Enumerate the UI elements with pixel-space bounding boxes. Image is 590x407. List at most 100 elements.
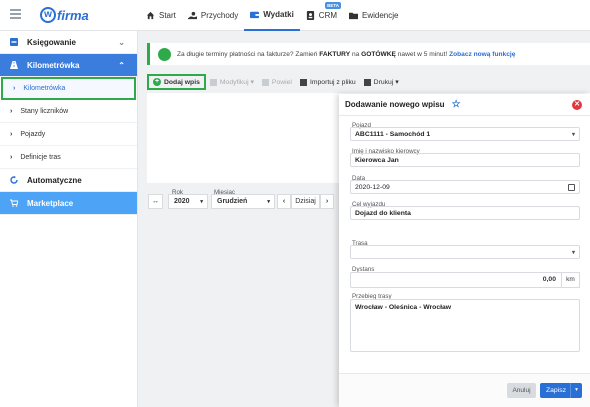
sidebar-section-label: Kilometrówka — [27, 60, 80, 70]
caret-down-icon: ▾ — [571, 132, 575, 138]
path-value: Wrocław - Oleśnica - Wrocław — [355, 304, 452, 311]
sidebar-section-label: Marketplace — [27, 198, 74, 208]
hand-coin-icon — [187, 11, 197, 20]
logo-mark: w — [40, 7, 56, 23]
nav-crm-label: CRM — [318, 11, 338, 20]
folder-icon — [349, 12, 359, 20]
sidebar-section-kilometrowka[interactable]: Kilometrówka ⌃ — [0, 54, 137, 77]
wallet-icon — [250, 11, 260, 19]
arrows-horizontal-icon: ↔ — [152, 198, 159, 205]
toolbar: + Dodaj wpis Modyfikuj ▾ Powiel Importuj… — [147, 74, 403, 90]
sidebar-item-label: Kilometrówka — [23, 85, 66, 92]
notice-link[interactable]: Zobacz nową funkcję — [449, 51, 515, 58]
cancel-button[interactable]: Anuluj — [507, 383, 536, 398]
expand-range-button[interactable]: ↔ — [148, 194, 163, 209]
route-select[interactable]: ▾ — [350, 245, 580, 259]
repeat-button[interactable]: Powiel — [258, 74, 296, 90]
driver-field[interactable]: Kierowca Jan — [350, 153, 580, 167]
minus-box-icon — [10, 38, 18, 46]
sidebar-section-marketplace[interactable]: Marketplace — [0, 192, 137, 215]
top-navigation: Start Przychody Wydatki CRM BETA Ewidenc… — [140, 0, 404, 31]
copy-icon — [261, 78, 269, 86]
next-month-button[interactable]: › — [320, 194, 334, 209]
plus-circle-icon: + — [153, 78, 161, 86]
nav-start[interactable]: Start — [140, 0, 182, 31]
chevron-left-icon: ‹ — [282, 198, 286, 205]
caret-down-icon: ▾ — [267, 198, 270, 205]
purpose-value: Dojazd do klienta — [355, 209, 411, 217]
add-entry-dialog: Dodawanie nowego wpisu ☆ ✕ Pojazd ABC111… — [339, 94, 590, 407]
chevron-up-icon: ⌃ — [118, 61, 125, 70]
sidebar-section-label: Automatyczne — [27, 175, 82, 185]
import-label: Importuj z pliku — [309, 78, 356, 86]
edit-icon — [209, 78, 217, 86]
print-button[interactable]: Drukuj ▾ — [360, 74, 403, 90]
save-button[interactable]: Zapisz ▾ — [540, 383, 582, 398]
add-entry-button[interactable]: + Dodaj wpis — [147, 74, 206, 90]
add-entry-label: Dodaj wpis — [164, 78, 200, 86]
caret-down-icon[interactable]: ▾ — [570, 383, 582, 398]
nav-ewidencje-label: Ewidencje — [362, 11, 399, 20]
beta-badge: BETA — [325, 2, 342, 9]
modify-button[interactable]: Modyfikuj ▾ — [206, 74, 258, 90]
chevron-right-icon: › — [10, 107, 13, 115]
chevron-right-icon: › — [10, 130, 13, 138]
month-value: Grudzień — [217, 198, 248, 205]
dialog-footer: Anuluj Zapisz ▾ — [339, 373, 590, 407]
contact-card-icon — [306, 11, 314, 20]
sidebar: Księgowanie ⌄ Kilometrówka ⌃ › Kilometró… — [0, 31, 138, 407]
nav-wydatki-label: Wydatki — [263, 10, 294, 19]
top-bar: w firma Start Przychody Wydatki CRM BETA… — [0, 0, 590, 31]
sidebar-item-label: Stany liczników — [20, 107, 69, 115]
today-button[interactable]: Dzisiaj — [291, 194, 320, 209]
print-label: Drukuj — [373, 78, 394, 86]
month-select[interactable]: Grudzień ▾ — [211, 194, 275, 209]
chevron-right-icon: › — [10, 153, 13, 161]
today-label: Dzisiaj — [295, 198, 316, 205]
download-icon — [158, 47, 171, 61]
path-textarea[interactable]: Wrocław - Oleśnica - Wrocław — [350, 299, 580, 352]
import-icon — [299, 78, 307, 86]
nav-start-label: Start — [159, 11, 176, 20]
modify-label: Modyfikuj — [219, 78, 249, 86]
printer-icon — [363, 78, 371, 86]
dialog-title: Dodawanie nowego wpisu — [345, 100, 445, 109]
repeat-label: Powiel — [271, 78, 292, 86]
sidebar-section-automatyczne[interactable]: Automatyczne — [0, 169, 137, 192]
nav-przychody-label: Przychody — [200, 11, 239, 20]
dialog-header: Dodawanie nowego wpisu ☆ ✕ — [339, 94, 590, 116]
sidebar-section-ksiegowanie[interactable]: Księgowanie ⌄ — [0, 31, 137, 54]
sidebar-item-pojazdy[interactable]: › Pojazdy — [0, 123, 137, 146]
logo-text: firma — [57, 7, 89, 23]
hamburger-menu-icon[interactable] — [10, 9, 21, 21]
chevron-right-icon: › — [325, 198, 329, 205]
date-value: 2020-12-09 — [355, 183, 390, 191]
caret-down-icon: ▾ — [571, 250, 575, 256]
chevron-right-icon: › — [13, 85, 16, 92]
distance-field[interactable]: 0,00 km — [350, 272, 580, 288]
refresh-icon — [10, 176, 18, 184]
vehicle-select[interactable]: ABC1111 - Samochód 1 ▾ — [350, 127, 580, 141]
distance-value[interactable]: 0,00 — [350, 272, 562, 288]
year-value: 2020 — [174, 198, 190, 205]
nav-crm[interactable]: CRM BETA — [300, 0, 343, 31]
distance-unit: km — [562, 272, 580, 288]
nav-ewidencje[interactable]: Ewidencje — [343, 0, 404, 31]
nav-wydatki[interactable]: Wydatki — [244, 0, 300, 31]
date-field[interactable]: 2020-12-09 — [350, 180, 580, 194]
nav-przychody[interactable]: Przychody — [182, 0, 244, 31]
sidebar-item-stany-licznikow[interactable]: › Stany liczników — [0, 100, 137, 123]
purpose-field[interactable]: Dojazd do klienta — [350, 206, 580, 220]
close-icon[interactable]: ✕ — [572, 100, 582, 110]
year-select[interactable]: 2020 ▾ — [168, 194, 208, 209]
sidebar-item-kilometrowka[interactable]: › Kilometrówka — [1, 77, 136, 100]
sidebar-item-definicje-tras[interactable]: › Definicje tras — [0, 146, 137, 169]
calendar-icon[interactable] — [568, 184, 575, 191]
road-icon — [10, 61, 18, 69]
app-logo[interactable]: w firma — [40, 5, 89, 25]
import-button[interactable]: Importuj z pliku — [296, 74, 360, 90]
save-label: Zapisz — [546, 387, 567, 394]
prev-month-button[interactable]: ‹ — [277, 194, 291, 209]
cart-icon — [10, 199, 18, 207]
star-icon[interactable]: ☆ — [452, 99, 461, 110]
